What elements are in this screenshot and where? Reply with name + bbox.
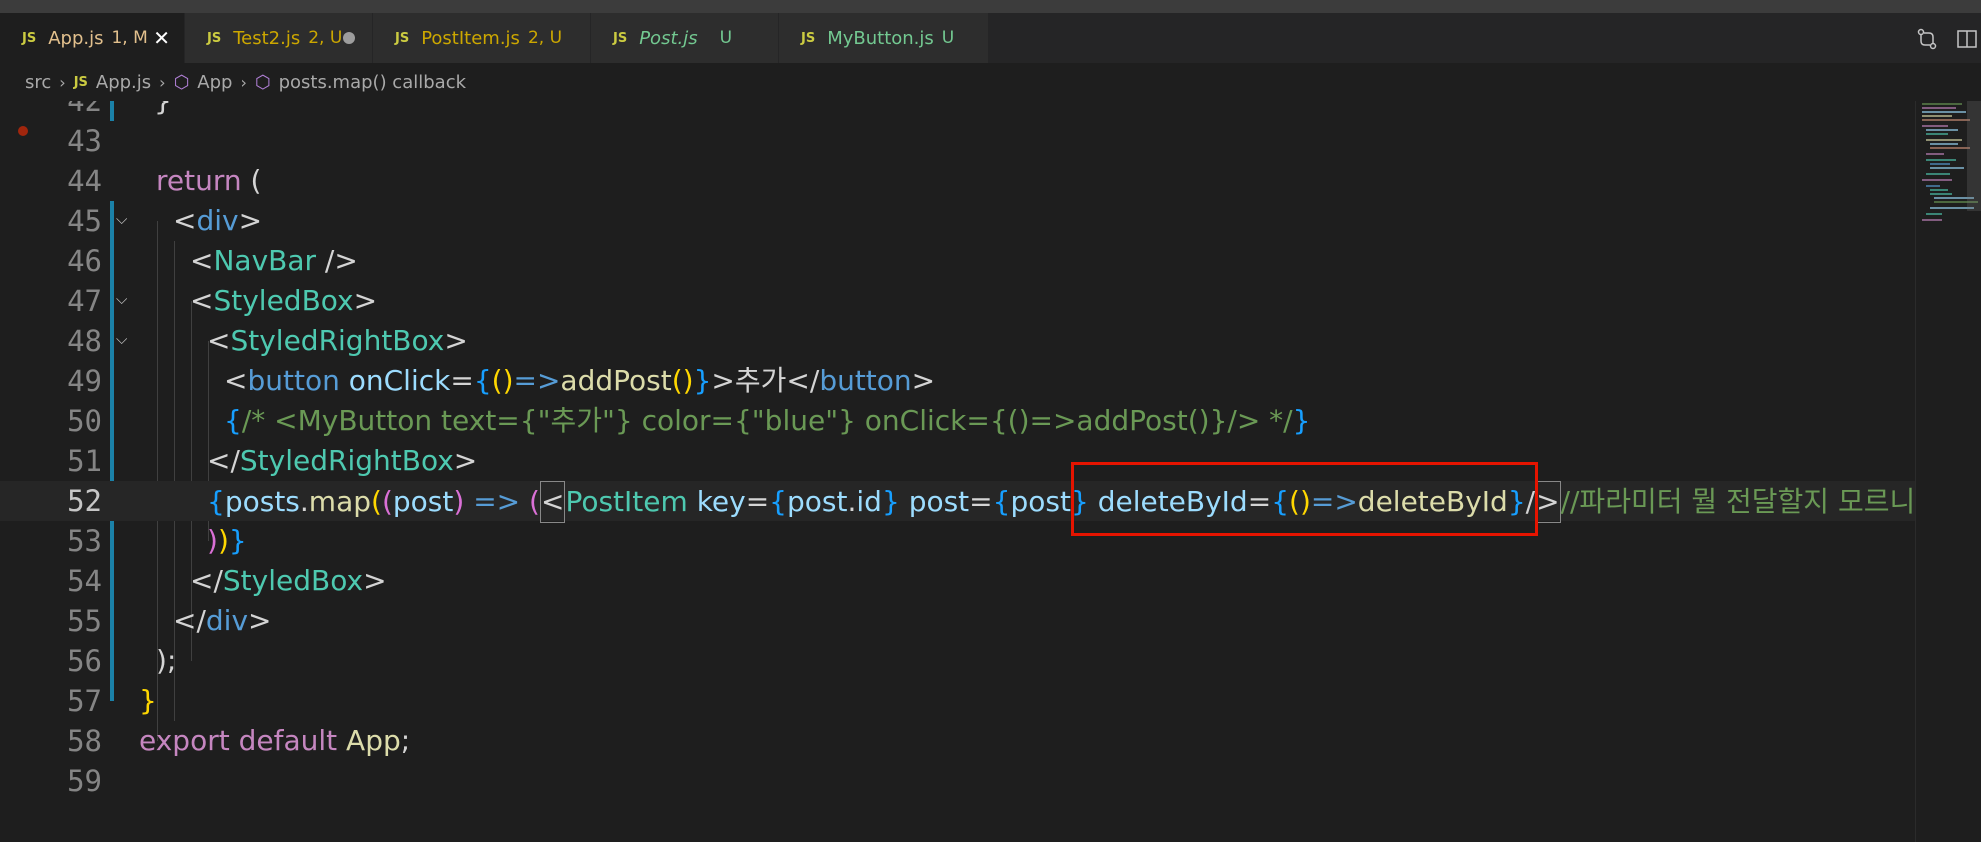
code-line: 42 } xyxy=(0,101,1915,121)
close-icon[interactable]: ✕ xyxy=(153,26,170,50)
line-number: 54 xyxy=(67,564,102,598)
chevron-down-icon[interactable]: ⌵ xyxy=(116,290,127,308)
line-number: 51 xyxy=(67,444,102,478)
code-text: ); xyxy=(156,644,177,677)
tab-label: Test2.js xyxy=(233,27,301,49)
line-number: 55 xyxy=(67,604,102,638)
vertical-scrollbar[interactable] xyxy=(1967,101,1981,211)
code-text: return ( xyxy=(156,164,262,197)
breadcrumb-folder[interactable]: src xyxy=(25,72,51,93)
code-text: </div> xyxy=(173,604,272,637)
code-line: 56 ); xyxy=(0,641,1915,681)
javascript-file-icon: JS xyxy=(395,30,410,46)
code-line: 51 </StyledRightBox> xyxy=(0,441,1915,481)
tab-mybutton-js[interactable]: JS MyButton.js U xyxy=(779,13,989,63)
breadcrumb-file[interactable]: App.js xyxy=(96,72,151,93)
tab-status: 2, U xyxy=(527,28,563,48)
code-text: export default App; xyxy=(139,724,411,757)
split-editor-icon[interactable] xyxy=(1955,27,1979,51)
chevron-right-icon: › xyxy=(240,72,247,92)
annotation-highlight-box xyxy=(1071,462,1538,536)
code-text: ))} xyxy=(207,524,247,557)
code-text: <StyledRightBox> xyxy=(207,324,468,357)
javascript-file-icon: JS xyxy=(22,30,37,46)
code-line: 45 ⌵ <div> xyxy=(0,201,1915,241)
tab-label: MyButton.js xyxy=(827,27,934,49)
line-number: 48 xyxy=(67,324,102,358)
line-number: 52 xyxy=(67,484,102,518)
code-text: } xyxy=(154,101,172,121)
line-number: 43 xyxy=(67,124,102,158)
code-line-current: 52 {posts.map((post) => (<PostItem key={… xyxy=(0,481,1915,523)
line-number: 44 xyxy=(67,164,102,198)
code-text: <StyledBox> xyxy=(190,284,378,317)
line-number: 42 xyxy=(67,101,102,118)
chevron-right-icon: › xyxy=(159,72,166,92)
code-text: <div> xyxy=(173,204,263,237)
code-line: 53 ))} xyxy=(0,521,1915,561)
breadcrumb-component[interactable]: App xyxy=(197,72,232,93)
tab-label: PostItem.js xyxy=(421,27,520,49)
code-text: } xyxy=(139,684,157,717)
component-cube-icon: ⬡ xyxy=(173,71,190,93)
line-number: 45 xyxy=(67,204,102,238)
code-text: {posts.map((post) => (<PostItem key={pos… xyxy=(207,481,1915,523)
code-text: </StyledBox> xyxy=(190,564,387,597)
breadcrumb: src › JS App.js › ⬡ App › ⬡ posts.map() … xyxy=(0,63,1981,101)
javascript-file-icon: JS xyxy=(73,74,88,90)
code-line: 59 xyxy=(0,761,1915,801)
tab-test2-js[interactable]: JS Test2.js 2, U xyxy=(185,13,373,63)
tab-label: App.js xyxy=(48,27,104,49)
tab-postitem-js[interactable]: JS PostItem.js 2, U xyxy=(373,13,591,63)
code-line: 43 xyxy=(0,121,1915,161)
minimap[interactable] xyxy=(1915,101,1981,842)
editor-tab-bar: JS App.js 1, M ✕ JS Test2.js 2, U JS Pos… xyxy=(0,13,1981,63)
breadcrumb-callback[interactable]: posts.map() callback xyxy=(279,72,466,93)
code-editor[interactable]: 42 } 43 44 return ( 45 ⌵ <div> 46 <NavBa… xyxy=(0,101,1915,842)
code-line: 54 </StyledBox> xyxy=(0,561,1915,601)
line-number: 49 xyxy=(67,364,102,398)
code-line: 48 ⌵ <StyledRightBox> xyxy=(0,321,1915,361)
line-number: 50 xyxy=(67,404,102,438)
tab-post-js[interactable]: JS Post.js U xyxy=(591,13,779,63)
line-number: 58 xyxy=(67,724,102,758)
line-number: 56 xyxy=(67,644,102,678)
code-line: 49 <button onClick={()=>addPost()}>추가</b… xyxy=(0,361,1915,401)
code-line: 55 </div> xyxy=(0,601,1915,641)
tab-app-js[interactable]: JS App.js 1, M ✕ xyxy=(0,13,185,63)
code-line: 50 {/* <MyButton text={"추가"} color={"blu… xyxy=(0,401,1915,441)
chevron-right-icon: › xyxy=(59,72,66,92)
tab-label: Post.js xyxy=(639,27,698,49)
line-number: 47 xyxy=(67,284,102,318)
method-cube-icon: ⬡ xyxy=(254,71,271,93)
chevron-down-icon[interactable]: ⌵ xyxy=(116,330,127,348)
javascript-file-icon: JS xyxy=(613,30,628,46)
javascript-file-icon: JS xyxy=(801,30,816,46)
title-bar-strip xyxy=(0,0,1981,13)
unsaved-dot-icon[interactable] xyxy=(343,32,355,44)
line-number: 53 xyxy=(67,524,102,558)
code-line: 47 ⌵ <StyledBox> xyxy=(0,281,1915,321)
code-line: 46 <NavBar /> xyxy=(0,241,1915,281)
tab-status: 2, U xyxy=(308,28,343,48)
line-number: 59 xyxy=(67,764,102,798)
open-changes-icon[interactable] xyxy=(1915,27,1939,51)
code-text: <NavBar /> xyxy=(190,244,358,277)
tab-status: U xyxy=(941,28,955,48)
code-line: 57 } xyxy=(0,681,1915,721)
line-number: 46 xyxy=(67,244,102,278)
javascript-file-icon: JS xyxy=(207,30,222,46)
code-text: <button onClick={()=>addPost()}>추가</butt… xyxy=(224,364,936,397)
tab-status: 1, M xyxy=(111,28,148,48)
chevron-down-icon[interactable]: ⌵ xyxy=(116,210,127,228)
code-line: 58 export default App; xyxy=(0,721,1915,761)
code-text: </StyledRightBox> xyxy=(207,444,478,477)
tab-status: U xyxy=(719,28,733,48)
code-text: {/* <MyButton text={"추가"} color={"blue"}… xyxy=(224,404,1311,437)
line-number: 57 xyxy=(67,684,102,718)
code-line: 44 return ( xyxy=(0,161,1915,201)
